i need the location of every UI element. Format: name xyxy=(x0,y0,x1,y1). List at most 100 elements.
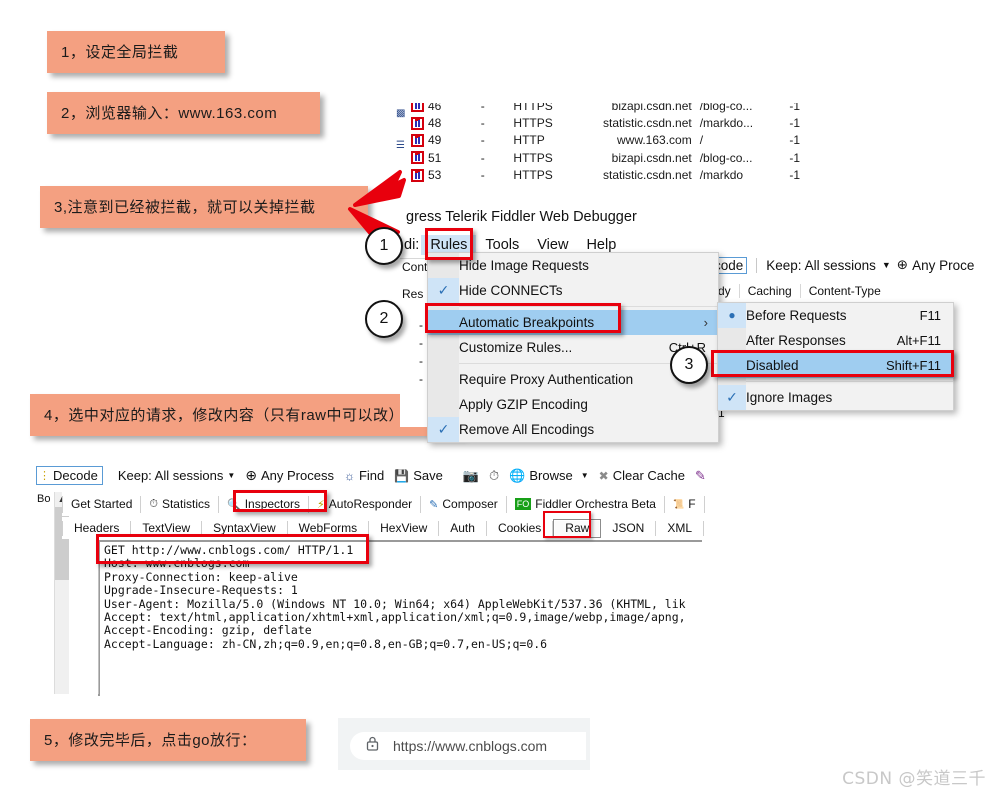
session-body: -1 xyxy=(789,150,800,165)
any-process-label: Any Process xyxy=(260,468,334,483)
column-caching[interactable]: Caching xyxy=(738,284,800,298)
tab-composer[interactable]: ✎ Composer xyxy=(421,495,507,513)
subtab-cookies[interactable]: Cookies xyxy=(487,520,554,536)
inspector-toolbar[interactable]: ⋮ Decode Keep: All sessions ▼ ⊕ Any Proc… xyxy=(36,462,706,489)
menu-item-hide-connects[interactable]: ✓ Hide CONNECTs xyxy=(428,278,718,303)
marker-1: 1 xyxy=(365,227,403,265)
rules-dropdown-menu[interactable]: Hide Image Requests ✓ Hide CONNECTs Auto… xyxy=(427,252,719,443)
decode-button[interactable]: ⋮ Decode xyxy=(36,466,103,485)
marker-1-label: 1 xyxy=(379,237,389,254)
tab-label: F xyxy=(688,497,696,511)
session-host: statistic.csdn.net xyxy=(603,168,692,183)
session-row[interactable]: 51 - HTTPS bizapi.csdn.net /blog-co... -… xyxy=(398,149,800,166)
session-body: -1 xyxy=(789,133,800,148)
subtab-json[interactable]: JSON xyxy=(601,520,657,536)
session-list[interactable]: 46 - HTTPS bizapi.csdn.net /blog-co... -… xyxy=(398,103,800,191)
decode-icon: ⋮ xyxy=(39,470,50,482)
subtab-xml[interactable]: XML xyxy=(656,520,705,536)
menu-item-label: Automatic Breakpoints xyxy=(459,315,595,330)
tab-inspectors[interactable]: 🔍 Inspectors xyxy=(219,495,310,513)
tab-label: Fiddler Orchestra Beta xyxy=(535,497,656,511)
raw-request-editor[interactable]: GET http://www.cnblogs.com/ HTTP/1.1 Hos… xyxy=(98,540,702,696)
find-button[interactable]: ☼ Find xyxy=(339,468,389,483)
subtab-auth[interactable]: Auth xyxy=(439,520,487,536)
menu-separator xyxy=(428,306,718,307)
screenshot-icon[interactable]: 📷 xyxy=(458,468,484,484)
submenu-item-ignore-images[interactable]: ✓ Ignore Images xyxy=(718,385,953,410)
checkmark-icon: ✓ xyxy=(428,278,459,303)
sidebar-glyph-top: ▩ xyxy=(396,108,406,119)
submenu-item-after-responses[interactable]: After Responses Alt+F11 xyxy=(718,328,953,353)
chevron-down-icon[interactable]: ▼ xyxy=(581,471,589,480)
submenu-item-label: Ignore Images xyxy=(746,390,833,405)
row-dash-3: - xyxy=(419,354,423,368)
menu-item-label: Hide Image Requests xyxy=(459,258,589,273)
submenu-item-disabled[interactable]: Disabled Shift+F11 xyxy=(718,353,953,378)
annotation-step-1: 1，设定全局拦截 xyxy=(47,31,225,73)
binoculars-icon: ☼ xyxy=(343,468,355,483)
breakpoint-icon xyxy=(411,151,424,165)
menu-item-remove-all-encodings[interactable]: ✓ Remove All Encodings xyxy=(428,417,718,442)
menu-item-automatic-breakpoints[interactable]: Automatic Breakpoints › xyxy=(428,310,718,335)
clear-cache-icon: ✖ xyxy=(598,468,609,483)
annotation-step-4-text: 4，选中对应的请求，修改内容（只有raw中可以改） xyxy=(44,406,405,424)
session-row[interactable]: 48 - HTTPS statistic.csdn.net /markdo...… xyxy=(398,114,800,131)
subtab-syntaxview[interactable]: SyntaxView xyxy=(202,520,288,536)
decode-label: Decode xyxy=(53,468,98,483)
any-process-label[interactable]: Any Proce xyxy=(912,258,974,273)
subtab-webforms[interactable]: WebForms xyxy=(288,520,370,536)
session-url: / xyxy=(699,133,704,148)
body-column-label: Bo xyxy=(37,493,51,505)
menu-item-label: Customize Rules... xyxy=(459,340,573,355)
keep-sessions-button[interactable]: Keep: All sessions ▼ xyxy=(113,468,240,483)
subtab-hexview[interactable]: HexView xyxy=(369,520,440,536)
session-row[interactable]: 46 - HTTPS bizapi.csdn.net /blog-co... -… xyxy=(398,103,800,114)
radio-dot-icon: ● xyxy=(718,303,746,328)
chevron-down-icon[interactable]: ▼ xyxy=(882,260,891,270)
subtab-headers[interactable]: Headers xyxy=(62,520,132,536)
menu-item-hide-image-requests[interactable]: Hide Image Requests xyxy=(428,253,718,278)
url-text[interactable]: https://www.cnblogs.com xyxy=(393,738,547,754)
clear-cache-button[interactable]: ✖ Clear Cache xyxy=(594,468,690,483)
automatic-breakpoints-submenu[interactable]: ● Before Requests F11 After Responses Al… xyxy=(717,302,954,411)
tab-statistics[interactable]: ⏱ Statistics xyxy=(141,495,219,513)
browse-button[interactable]: 🌐 Browse ▼ xyxy=(504,468,593,484)
any-process-button[interactable]: ⊕ Any Process xyxy=(240,467,339,484)
session-host: bizapi.csdn.net xyxy=(611,103,692,113)
inspector-main-tabs[interactable]: Get Started ⏱ Statistics 🔍 Inspectors ⚡ … xyxy=(62,492,705,516)
chevron-down-icon[interactable]: ▼ xyxy=(227,471,235,480)
menu-edit[interactable]: di: xyxy=(400,235,421,255)
session-url: /blog-co... xyxy=(699,103,753,113)
session-result: - xyxy=(480,133,485,148)
inspector-sub-tabs[interactable]: Headers TextView SyntaxView WebForms Hex… xyxy=(62,517,705,539)
js-icon: 📜 xyxy=(672,498,685,509)
session-row[interactable]: 49 - HTTP www.163.com / -1 xyxy=(398,132,800,149)
keep-sessions-dropdown[interactable]: Keep: All sessions xyxy=(766,258,876,273)
menu-item-apply-gzip-encoding[interactable]: Apply GZIP Encoding xyxy=(428,392,718,417)
session-result: - xyxy=(480,150,485,165)
tab-get-started[interactable]: Get Started xyxy=(62,495,142,513)
subtab-raw[interactable]: Raw xyxy=(553,518,602,538)
tab-autoresponder[interactable]: ⚡ AutoResponder xyxy=(309,495,422,513)
annotation-step-4: 4，选中对应的请求，修改内容（只有raw中可以改） xyxy=(30,394,463,436)
save-button[interactable]: 💾 Save xyxy=(389,468,448,483)
annotation-step-3-text: 3,注意到已经被拦截，就可以关掉拦截 xyxy=(54,198,316,216)
browser-icon: 🌐 xyxy=(509,467,526,483)
textwizard-icon[interactable]: ✎ xyxy=(690,468,711,484)
marker-2: 2 xyxy=(365,300,403,338)
chevron-right-icon: › xyxy=(703,315,708,330)
submenu-item-before-requests[interactable]: ● Before Requests F11 xyxy=(718,303,953,328)
raw-request-text[interactable]: GET http://www.cnblogs.com/ HTTP/1.1 Hos… xyxy=(100,542,702,651)
menubar-divider xyxy=(400,258,427,259)
column-content-type[interactable]: Content-Type xyxy=(799,284,889,298)
tab-fiddler-orchestra[interactable]: FO Fiddler Orchestra Beta xyxy=(507,495,665,513)
browser-url-bar[interactable]: https://www.cnblogs.com xyxy=(350,732,586,760)
crosshair-icon: ⊕ xyxy=(245,467,257,483)
menu-item-label: Apply GZIP Encoding xyxy=(459,397,588,412)
timer-icon[interactable]: ⏱ xyxy=(484,468,504,484)
tab-fiddlerscript[interactable]: 📜 F xyxy=(665,495,705,513)
session-row[interactable]: 53 - HTTPS statistic.csdn.net /markdo -1 xyxy=(398,167,800,184)
row-dash-4: - xyxy=(419,372,423,386)
subtab-textview[interactable]: TextView xyxy=(131,520,203,536)
any-process-icon[interactable]: ⊕ xyxy=(897,257,908,273)
